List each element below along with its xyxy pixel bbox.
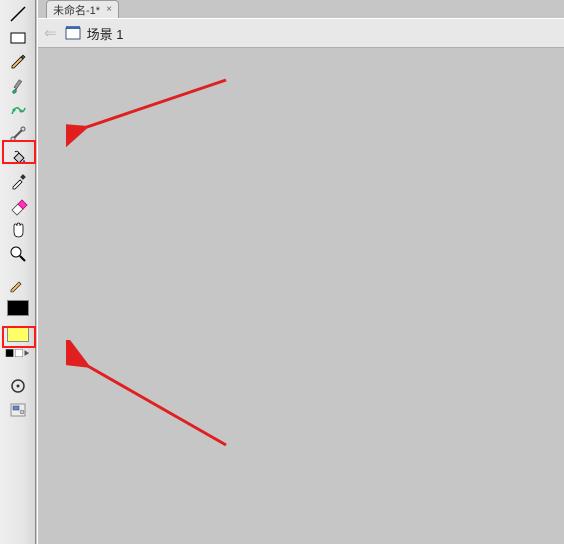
pencil-swatch-icon (8, 277, 28, 297)
stage[interactable] (38, 48, 564, 544)
options-tool[interactable] (4, 398, 32, 422)
line-tool-icon (8, 4, 28, 24)
toolbox (0, 0, 36, 544)
document-tab-label: 未命名-1* (53, 2, 100, 18)
tab-strip: 未命名-1* × (46, 0, 119, 18)
scene-chip[interactable]: 场景 1 (65, 24, 124, 43)
eraser-tool-icon (8, 196, 28, 216)
eraser-tool[interactable] (4, 194, 32, 218)
line-tool[interactable] (4, 2, 32, 26)
fill-color-chip[interactable] (4, 324, 32, 344)
eyedropper-tool[interactable] (4, 170, 32, 194)
paint-bucket-tool[interactable] (4, 146, 32, 170)
snap-tool-icon (8, 376, 28, 396)
rectangle-tool-icon (8, 28, 28, 48)
scene-bar: ⇐ 场景 1 (38, 18, 564, 48)
document-tab[interactable]: 未命名-1* × (46, 0, 119, 18)
pencil-tool-icon (8, 52, 28, 72)
scene-label: 场景 1 (87, 24, 124, 43)
back-arrow-icon: ⇐ (44, 24, 57, 42)
snap-tool[interactable] (4, 374, 32, 398)
rectangle-tool[interactable] (4, 26, 32, 50)
deco-tool[interactable] (4, 98, 32, 122)
bone-tool[interactable] (4, 122, 32, 146)
zoom-tool-icon (8, 244, 28, 264)
deco-tool-icon (8, 100, 28, 120)
options-tool-icon (8, 400, 28, 420)
eyedropper-tool-icon (8, 172, 28, 192)
pencil-tool[interactable] (4, 50, 32, 74)
hand-tool[interactable] (4, 218, 32, 242)
bone-tool-icon (8, 124, 28, 144)
scene-icon (65, 25, 81, 41)
stroke-color-swatch[interactable] (4, 276, 32, 298)
hand-tool-icon (8, 220, 28, 240)
brush-tool-icon (8, 76, 28, 96)
stroke-color-chip[interactable] (4, 298, 32, 318)
brush-tool[interactable] (4, 74, 32, 98)
close-icon[interactable]: × (106, 4, 112, 15)
swap-colors-icon (5, 347, 31, 361)
paint-bucket-tool-icon (8, 148, 28, 168)
color-mode-row[interactable] (4, 344, 32, 364)
zoom-tool[interactable] (4, 242, 32, 266)
document-area: 未命名-1* × ⇐ 场景 1 (36, 0, 564, 544)
